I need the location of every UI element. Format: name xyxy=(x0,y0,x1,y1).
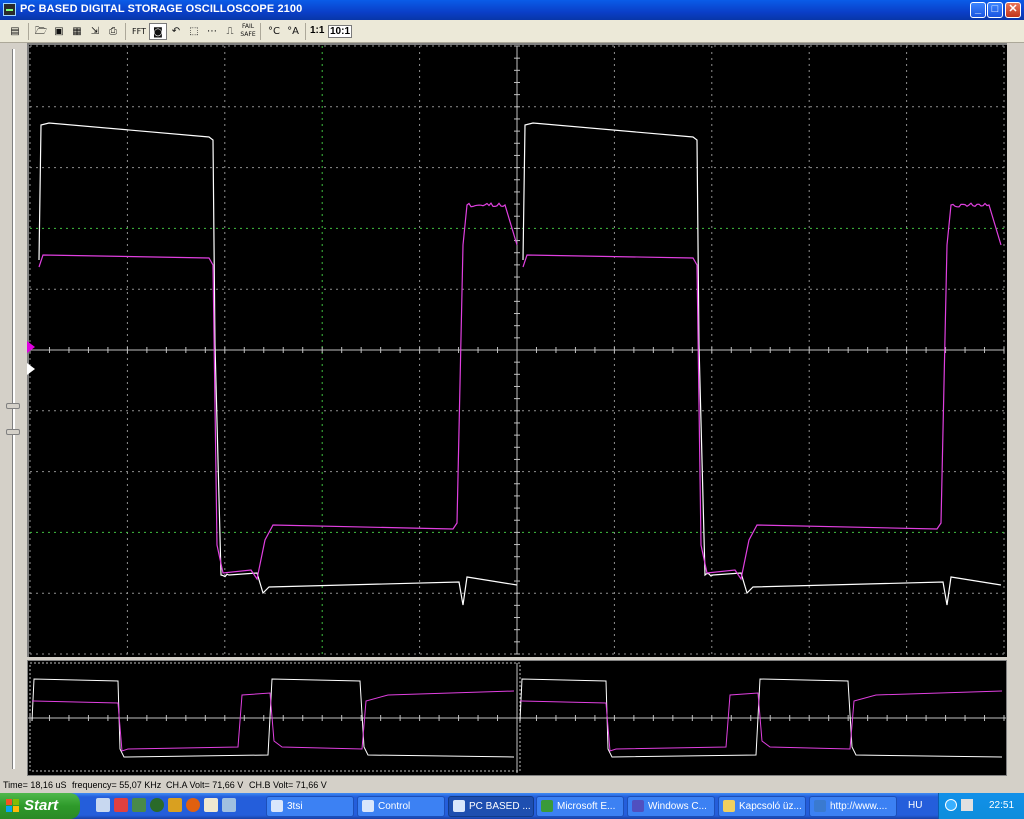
hline-icon[interactable]: ⋯ xyxy=(203,23,221,40)
quick-launch-icon[interactable] xyxy=(204,798,218,812)
mail-icon xyxy=(723,800,735,812)
channel-a-trace xyxy=(38,202,518,581)
channel-a-trace xyxy=(522,202,1002,581)
temp-a-icon[interactable]: °A xyxy=(284,23,302,40)
channel-a-volt-readout: CH.A Volt= 71,66 V xyxy=(166,780,244,790)
toolbar: ▤ 🗁 ▣ ▦ ⇲ ⎙ FFT ◙ ↶ ⬚ ⋯ ⎍ FAIL SAFE °C °… xyxy=(0,20,1024,43)
ratio-10-1-button[interactable]: 10:1 xyxy=(328,25,353,38)
screen-icon[interactable]: ◙ xyxy=(149,23,167,40)
start-label: Start xyxy=(24,797,59,814)
close-button[interactable]: ✕ xyxy=(1005,2,1021,18)
task-label: Control xyxy=(378,801,411,812)
temp-c-icon[interactable]: °C xyxy=(265,23,283,40)
minimize-button[interactable]: _ xyxy=(970,2,986,18)
internet-explorer-icon xyxy=(814,800,826,812)
waveform-icon[interactable]: ⎍ xyxy=(221,23,239,40)
task-label: Kapcsoló üz... xyxy=(739,801,802,812)
task-button-microsoft-excel[interactable]: Microsoft E... xyxy=(536,796,624,817)
display-icon[interactable]: ▦ xyxy=(68,23,86,40)
scope-icon[interactable]: ▤ xyxy=(6,23,24,40)
slider-thumb[interactable] xyxy=(6,403,20,409)
quick-launch-icon[interactable] xyxy=(114,798,128,812)
fail-safe-icon[interactable]: FAIL SAFE xyxy=(239,23,257,40)
frequency-readout: frequency= 55,07 KHz xyxy=(72,780,162,790)
overview-channel-a-trace xyxy=(520,690,1003,752)
task-label: 3tsi xyxy=(287,801,303,812)
open-folder-icon[interactable]: 🗁 xyxy=(32,23,50,40)
quick-launch-icon[interactable] xyxy=(150,798,164,812)
print-icon[interactable]: ⎙ xyxy=(104,23,122,40)
undo-icon[interactable]: ↶ xyxy=(167,23,185,40)
firefox-icon[interactable] xyxy=(186,798,200,812)
time-readout: Time= 18,16 uS xyxy=(3,780,67,790)
oscilloscope-app-icon xyxy=(3,3,16,16)
export-icon[interactable]: ⇲ xyxy=(86,23,104,40)
fft-icon[interactable]: FFT xyxy=(130,23,148,40)
channel-a-level-marker[interactable] xyxy=(27,341,35,353)
task-button-pc-based[interactable]: PC BASED ... xyxy=(448,796,534,817)
toolbar-separator xyxy=(260,23,261,40)
toolbar-separator xyxy=(125,23,126,40)
title-bar: PC BASED DIGITAL STORAGE OSCILLOSCOPE 21… xyxy=(0,0,1024,20)
oscilloscope-icon xyxy=(453,800,465,812)
main-scope-display[interactable] xyxy=(27,43,1007,657)
system-tray: 22:51 xyxy=(938,793,1024,819)
task-button-control[interactable]: Control xyxy=(357,796,445,817)
volume-icon[interactable] xyxy=(961,799,973,811)
main-waveform-plot xyxy=(29,45,1005,655)
clock[interactable]: 22:51 xyxy=(989,800,1014,811)
taskbar: Start 3tsi Control PC BASED ... Microsof… xyxy=(0,793,1024,819)
slider-track xyxy=(12,49,15,769)
task-button-windows-commander[interactable]: Windows C... xyxy=(627,796,715,817)
excel-icon xyxy=(541,800,553,812)
window-icon xyxy=(362,800,374,812)
task-label: http://www.... xyxy=(830,801,888,812)
task-label: Windows C... xyxy=(648,801,707,812)
channel-b-level-marker[interactable] xyxy=(27,363,35,375)
overview-channel-a-trace xyxy=(32,690,515,752)
quick-launch-icon[interactable] xyxy=(222,798,236,812)
start-button[interactable]: Start xyxy=(0,793,80,819)
overview-waveform-plot xyxy=(28,662,1006,773)
task-label: Microsoft E... xyxy=(557,801,616,812)
overview-scope-display[interactable] xyxy=(27,660,1007,776)
folder-icon xyxy=(271,800,283,812)
toolbar-separator xyxy=(305,23,306,40)
task-button-3tsi[interactable]: 3tsi xyxy=(266,796,354,817)
language-indicator[interactable]: HU xyxy=(908,800,922,811)
vertical-position-slider[interactable] xyxy=(0,43,27,777)
ratio-1-1-button[interactable]: 1:1 xyxy=(310,25,324,36)
toolbar-separator xyxy=(28,23,29,40)
task-label: PC BASED ... xyxy=(469,801,531,812)
slider-thumb[interactable] xyxy=(6,429,20,435)
save-icon[interactable]: ▣ xyxy=(50,23,68,40)
cursor-box-icon[interactable]: ⬚ xyxy=(185,23,203,40)
quick-launch-icon[interactable] xyxy=(168,798,182,812)
task-button-browser[interactable]: http://www.... xyxy=(809,796,897,817)
commander-icon xyxy=(632,800,644,812)
network-icon[interactable] xyxy=(945,799,957,811)
quick-launch-icon[interactable] xyxy=(96,798,110,812)
task-button-kapcsolo[interactable]: Kapcsoló üz... xyxy=(718,796,806,817)
maximize-button[interactable]: □ xyxy=(987,2,1003,18)
measurement-status-bar: Time= 18,16 uS frequency= 55,07 KHz CH.A… xyxy=(0,777,1024,793)
channel-b-volt-readout: CH.B Volt= 71,66 V xyxy=(249,780,327,790)
windows-logo-icon xyxy=(6,799,19,812)
quick-launch-icon[interactable] xyxy=(132,798,146,812)
window-title: PC BASED DIGITAL STORAGE OSCILLOSCOPE 21… xyxy=(20,3,303,15)
